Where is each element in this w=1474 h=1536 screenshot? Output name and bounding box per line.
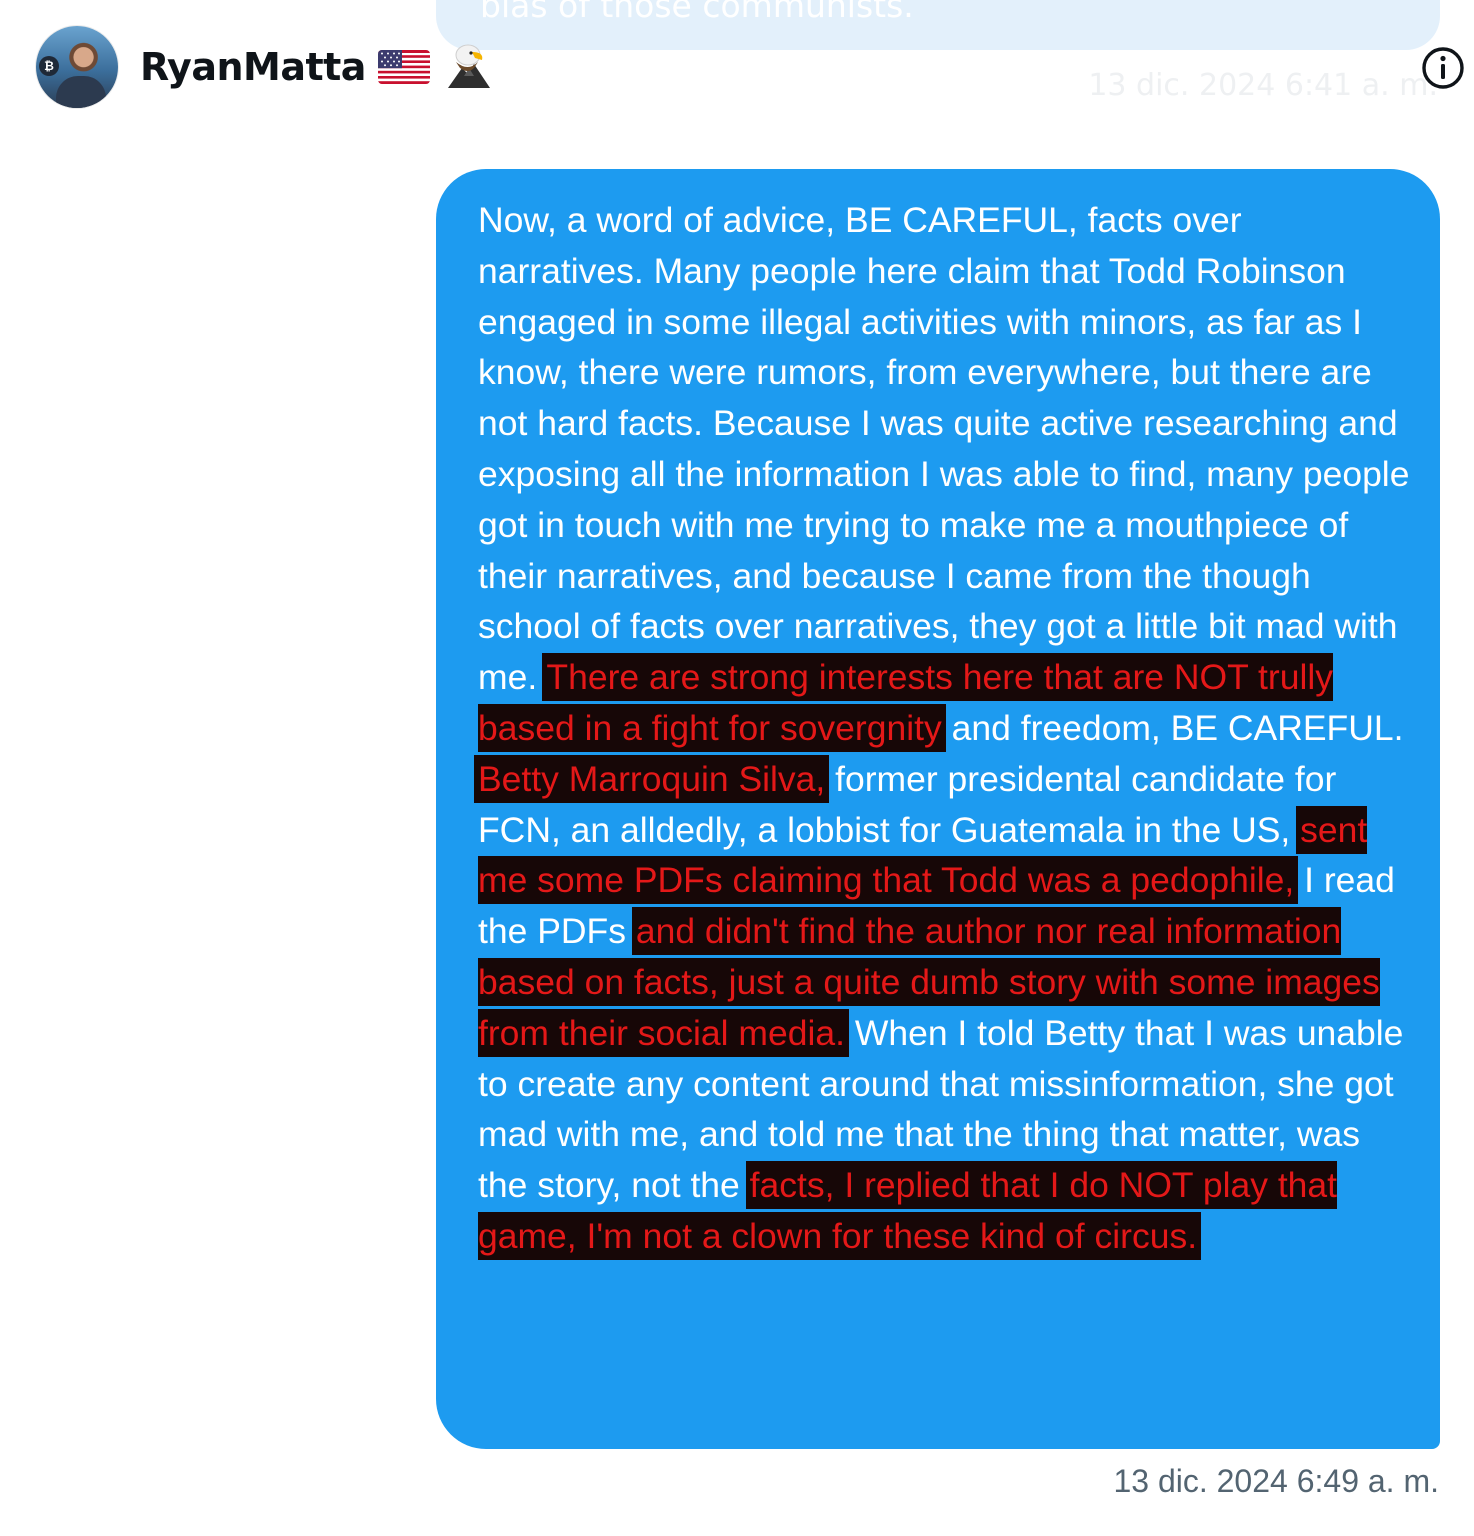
message-segment: Now, a word of advice, BE CAREFUL, facts… [478,200,1410,698]
username[interactable]: RyanMatta [140,45,366,89]
eagle-icon [444,42,494,92]
info-icon[interactable] [1420,45,1466,91]
avatar-suit [56,76,106,108]
previous-message-timestamp: 13 dic. 2024 6:41 a. m. [1088,68,1438,103]
message-timestamp: 13 dic. 2024 6:49 a. m. [1113,1463,1439,1499]
bitcoin-icon: ₿ [39,56,59,76]
highlighted-segment: Betty Marroquin Silva, [478,758,826,799]
message-bubble[interactable]: Now, a word of advice, BE CAREFUL, facts… [436,169,1440,1449]
previous-message-text: bias of those communists. [480,0,914,25]
us-flag-icon [377,50,430,84]
message-text: Now, a word of advice, BE CAREFUL, facts… [478,195,1413,1262]
previous-message-bubble: bias of those communists. [436,0,1440,50]
avatar[interactable]: ₿ [36,26,118,108]
message-segment: and freedom, BE CAREFUL. [941,707,1404,748]
conversation-header: ₿ RyanMatta [36,26,494,108]
